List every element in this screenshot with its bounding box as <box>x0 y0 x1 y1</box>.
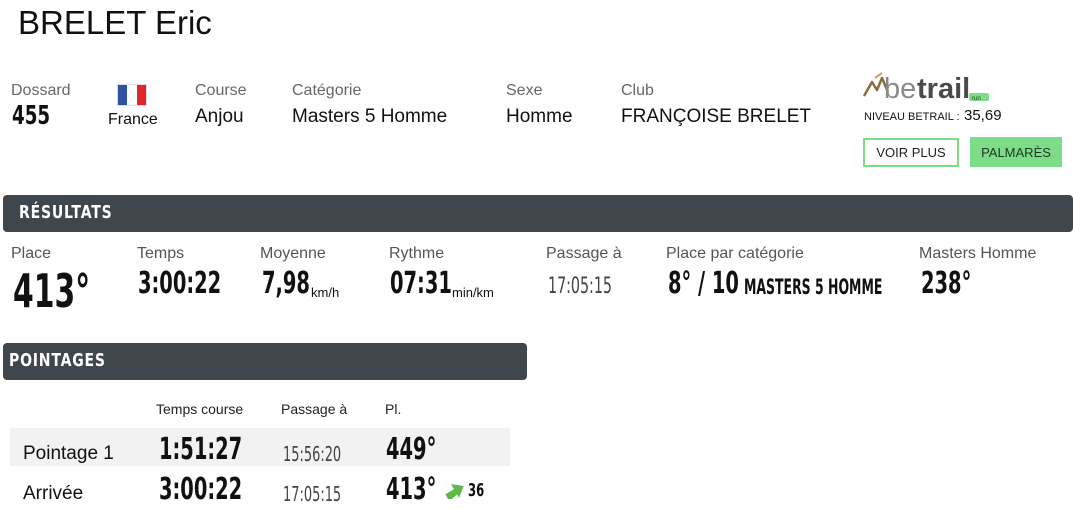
place-gain: 36 <box>468 480 485 501</box>
pointage-temps: 3:00:22 <box>159 472 243 507</box>
sexe-label: Sexe <box>506 82 543 99</box>
resultats-title: RÉSULTATS <box>19 202 113 223</box>
green-up-arrow-icon <box>445 484 464 499</box>
temps-label: Temps <box>137 245 185 262</box>
sexe-value: Homme <box>506 106 573 127</box>
dossard-value: 455 <box>12 101 51 131</box>
moyenne-label: Moyenne <box>260 245 326 262</box>
masters-homme-value: 238° <box>921 266 972 301</box>
niveau-betrail-label: NIVEAU BETRAIL : <box>864 111 960 123</box>
svg-text:be: be <box>884 73 916 102</box>
categorie-label: Catégorie <box>292 82 362 99</box>
moyenne-unit: km/h <box>311 285 340 300</box>
rythme-value: 07:31 min/km <box>390 266 494 301</box>
table-row: Arrivée 3:00:22 17:05:15 413° 36 <box>10 470 510 508</box>
moyenne-value: 7,98 km/h <box>262 266 340 301</box>
country-name: France <box>108 111 158 128</box>
voir-plus-button[interactable]: VOIR PLUS <box>863 138 959 167</box>
pointages-title: POINTAGES <box>9 350 106 371</box>
svg-text:run: run <box>972 96 981 102</box>
pointage-temps: 1:51:27 <box>159 432 243 467</box>
pointage-place: 449° <box>386 432 437 467</box>
passage-label: Passage à <box>546 245 622 262</box>
pointage-passage: 17:05:15 <box>283 482 342 506</box>
palmares-button[interactable]: PALMARÈS <box>970 137 1062 167</box>
header-passage: Passage à <box>281 401 348 417</box>
masters-homme-label: Masters Homme <box>919 245 1037 262</box>
niveau-betrail-value: 35,69 <box>964 107 1002 124</box>
runner-name: BRELET Eric <box>18 4 212 41</box>
rythme-unit: min/km <box>452 285 494 300</box>
pointage-name: Pointage 1 <box>23 443 114 464</box>
place-label: Place <box>11 245 52 262</box>
header-temps-course: Temps course <box>156 401 244 417</box>
pointage-name: Arrivée <box>23 483 84 504</box>
svg-text:trail: trail <box>917 73 970 102</box>
place-value: 413° <box>13 264 91 318</box>
course-label: Course <box>195 82 247 99</box>
betrail-logo[interactable]: be trail run <box>862 70 1002 102</box>
pointage-passage: 15:56:20 <box>283 442 342 466</box>
place-categorie-name: MASTERS 5 HOMME <box>744 275 883 299</box>
resultats-section-header: RÉSULTATS <box>3 195 1073 232</box>
passage-value: 17:05:15 <box>548 274 613 299</box>
header-place: Pl. <box>385 401 402 417</box>
table-row: Pointage 1 1:51:27 15:56:20 449° <box>10 428 510 467</box>
course-value: Anjou <box>195 106 244 127</box>
place-categorie-label: Place par catégorie <box>666 245 804 262</box>
categorie-value: Masters 5 Homme <box>292 106 448 127</box>
club-value: FRANÇOISE BRELET <box>621 106 812 127</box>
place-categorie-value: 8° / 10 MASTERS 5 HOMME <box>668 266 883 301</box>
france-flag-icon <box>117 84 147 106</box>
dossard-label: Dossard <box>11 82 71 99</box>
club-label: Club <box>621 82 654 99</box>
temps-value: 3:00:22 <box>138 266 222 301</box>
pointages-section-header: POINTAGES <box>3 343 527 380</box>
rythme-label: Rythme <box>389 245 445 262</box>
